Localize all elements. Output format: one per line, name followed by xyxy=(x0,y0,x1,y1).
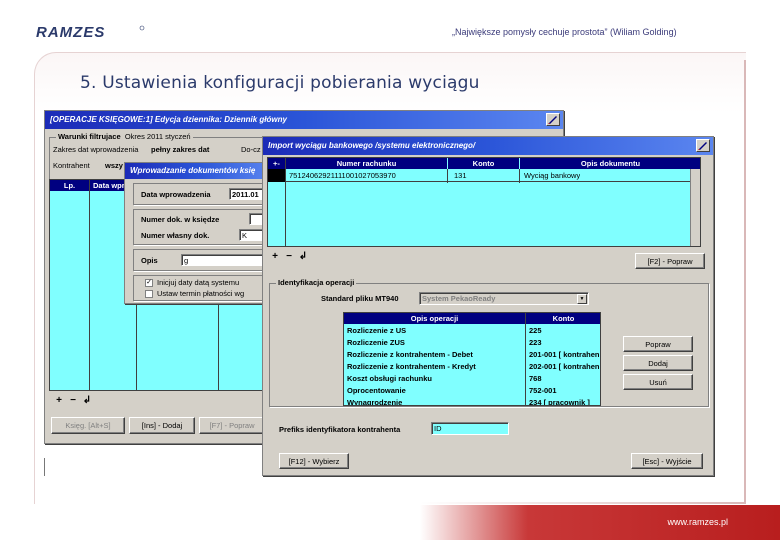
edit-icon[interactable] xyxy=(546,113,560,126)
op-opis-cell[interactable]: Wynagrodzenie xyxy=(347,398,402,405)
contractor-value: wszy xyxy=(105,161,123,170)
op-opis-cell[interactable]: Rozliczenie ZUS xyxy=(347,338,405,347)
slide-title: 5. Ustawienia konfiguracji pobierania wy… xyxy=(80,73,480,93)
import-window: Import wyciągu bankowego /systemu elektr… xyxy=(262,136,714,476)
quote: „Największe pomysły cechuje prostota” (W… xyxy=(452,27,677,37)
import-titlebar: Import wyciągu bankowego /systemu elektr… xyxy=(263,137,713,155)
dodaj-button[interactable]: Dodaj xyxy=(623,355,693,371)
slide-frame-edge xyxy=(420,502,746,504)
op-konto-cell[interactable]: 234 [ pracownik ] xyxy=(529,398,590,405)
add-row-icon[interactable]: + xyxy=(53,395,65,407)
op-opis-cell[interactable]: Rozliczenie z kontrahentem - Debet xyxy=(347,350,473,359)
op-konto-cell[interactable]: 768 xyxy=(529,374,542,383)
range-label: Zakres dat wprowadzenia xyxy=(53,145,139,154)
check1-checkbox[interactable]: ✓ xyxy=(145,279,153,287)
operations-grid[interactable]: Opis operacji Konto Rozliczenie z US 225… xyxy=(343,312,601,406)
filter-group-label: Warunki filtrujace Okres 2011 styczeń xyxy=(56,132,193,141)
op-opis-cell[interactable]: Rozliczenie z kontrahentem - Kredyt xyxy=(347,362,476,371)
konto-cell: 131 xyxy=(454,171,467,180)
col-konto-header[interactable]: Konto xyxy=(448,158,520,169)
chevron-down-icon[interactable]: ▼ xyxy=(577,294,587,304)
journal-titlebar: [OPERACJE KSIĘGOWE:1] Edycja dziennika: … xyxy=(45,111,563,129)
doc-entry-title: Wprowadzanie dokumentów księ xyxy=(130,166,256,175)
scrollbar[interactable] xyxy=(690,169,700,246)
desc-cell: Wyciąg bankowy xyxy=(524,171,581,180)
prefix-label: Prefiks identyfikatora kontrahenta xyxy=(279,425,401,434)
op-konto-cell[interactable]: 202-001 [ kontrahen xyxy=(529,362,600,371)
doc-label: Do-cz xyxy=(241,145,261,154)
doc-entry-window: Wprowadzanie dokumentów księ Data wprowa… xyxy=(124,162,274,304)
prefix-field[interactable]: ID xyxy=(431,422,509,435)
edit-button[interactable]: [F7] - Popraw xyxy=(199,417,265,434)
remove-row-icon[interactable]: − xyxy=(283,251,295,263)
f12-select-button[interactable]: [F12] - Wybierz xyxy=(279,453,349,469)
date-label: Data wprowadzenia xyxy=(141,190,211,199)
op-konto-cell[interactable]: 752-001 xyxy=(529,386,557,395)
ramzes-logo: RAMZES xyxy=(36,24,145,40)
check1-label: Inicjuj daty datą systemu xyxy=(157,278,240,287)
op-konto-cell[interactable]: 201-001 [ kontrahen xyxy=(529,350,600,359)
standard-label: Standard pliku MT940 xyxy=(321,294,399,303)
slide-frame-edge xyxy=(744,60,746,504)
col-konto-header[interactable]: Konto xyxy=(526,313,600,324)
popraw-button[interactable]: Popraw xyxy=(623,336,693,352)
op-opis-cell[interactable]: Oprocentowanie xyxy=(347,386,406,395)
op-opis-cell[interactable]: Koszt obsługi rachunku xyxy=(347,374,432,383)
grid-col-line xyxy=(89,180,90,390)
logo-text: RAMZES xyxy=(36,24,105,40)
edit-icon[interactable] xyxy=(696,139,710,152)
col-opis-header[interactable]: Opis operacji xyxy=(344,313,526,324)
col-mark-header[interactable]: +- xyxy=(268,158,286,169)
table-row[interactable]: 75124062921111001027053970 131 Wyciąg ba… xyxy=(268,169,700,182)
standard-select[interactable]: System PekaoReady ▼ xyxy=(419,292,589,305)
col-desc-header[interactable]: Opis dokumentu xyxy=(520,158,700,169)
import-title: Import wyciągu bankowego /systemu elektr… xyxy=(268,141,476,150)
col-account-header[interactable]: Numer rachunku xyxy=(286,158,448,169)
account-number-cell: 75124062921111001027053970 xyxy=(289,171,396,180)
journal-title: [OPERACJE KSIĘGOWE:1] Edycja dziennika: … xyxy=(50,115,287,124)
range-value: pełny zakres dat xyxy=(151,145,210,154)
doc-entry-titlebar: Wprowadzanie dokumentów księ xyxy=(125,163,273,179)
add-row-icon[interactable]: + xyxy=(269,251,281,263)
docno-label: Numer dok. w księdze xyxy=(141,215,220,224)
check2-checkbox[interactable] xyxy=(145,290,153,298)
ownno-label: Numer własny dok. xyxy=(141,231,210,240)
desc-label: Opis xyxy=(141,256,158,265)
check2-label: Ustaw termin płatności wg xyxy=(157,289,245,298)
ident-group-label: Identyfikacja operacji xyxy=(276,278,357,287)
undo-icon[interactable]: ↲ xyxy=(297,251,309,263)
undo-icon[interactable]: ↲ xyxy=(81,395,93,407)
f2-edit-button[interactable]: [F2] - Popraw xyxy=(635,253,705,269)
esc-exit-button[interactable]: [Esc] - Wyjście xyxy=(631,453,703,469)
ksieg-button[interactable]: Księg. [Alt+S] xyxy=(51,417,125,434)
op-konto-cell[interactable]: 225 xyxy=(529,326,542,335)
contractor-label: Kontrahent xyxy=(53,161,90,170)
usun-button[interactable]: Usuń xyxy=(623,374,693,390)
footer-url[interactable]: www.ramzes.pl xyxy=(667,517,728,527)
add-button[interactable]: [Ins] - Dodaj xyxy=(129,417,195,434)
divider xyxy=(44,458,45,476)
grid-col-line xyxy=(525,313,526,405)
op-konto-cell[interactable]: 223 xyxy=(529,338,542,347)
desc-field[interactable]: g xyxy=(181,254,271,266)
accounts-grid[interactable]: +- Numer rachunku Konto Opis dokumentu 7… xyxy=(267,157,701,247)
remove-row-icon[interactable]: − xyxy=(67,395,79,407)
col-lp-header[interactable]: Lp. xyxy=(50,180,90,191)
row-marker xyxy=(268,169,285,182)
op-opis-cell[interactable]: Rozliczenie z US xyxy=(347,326,406,335)
